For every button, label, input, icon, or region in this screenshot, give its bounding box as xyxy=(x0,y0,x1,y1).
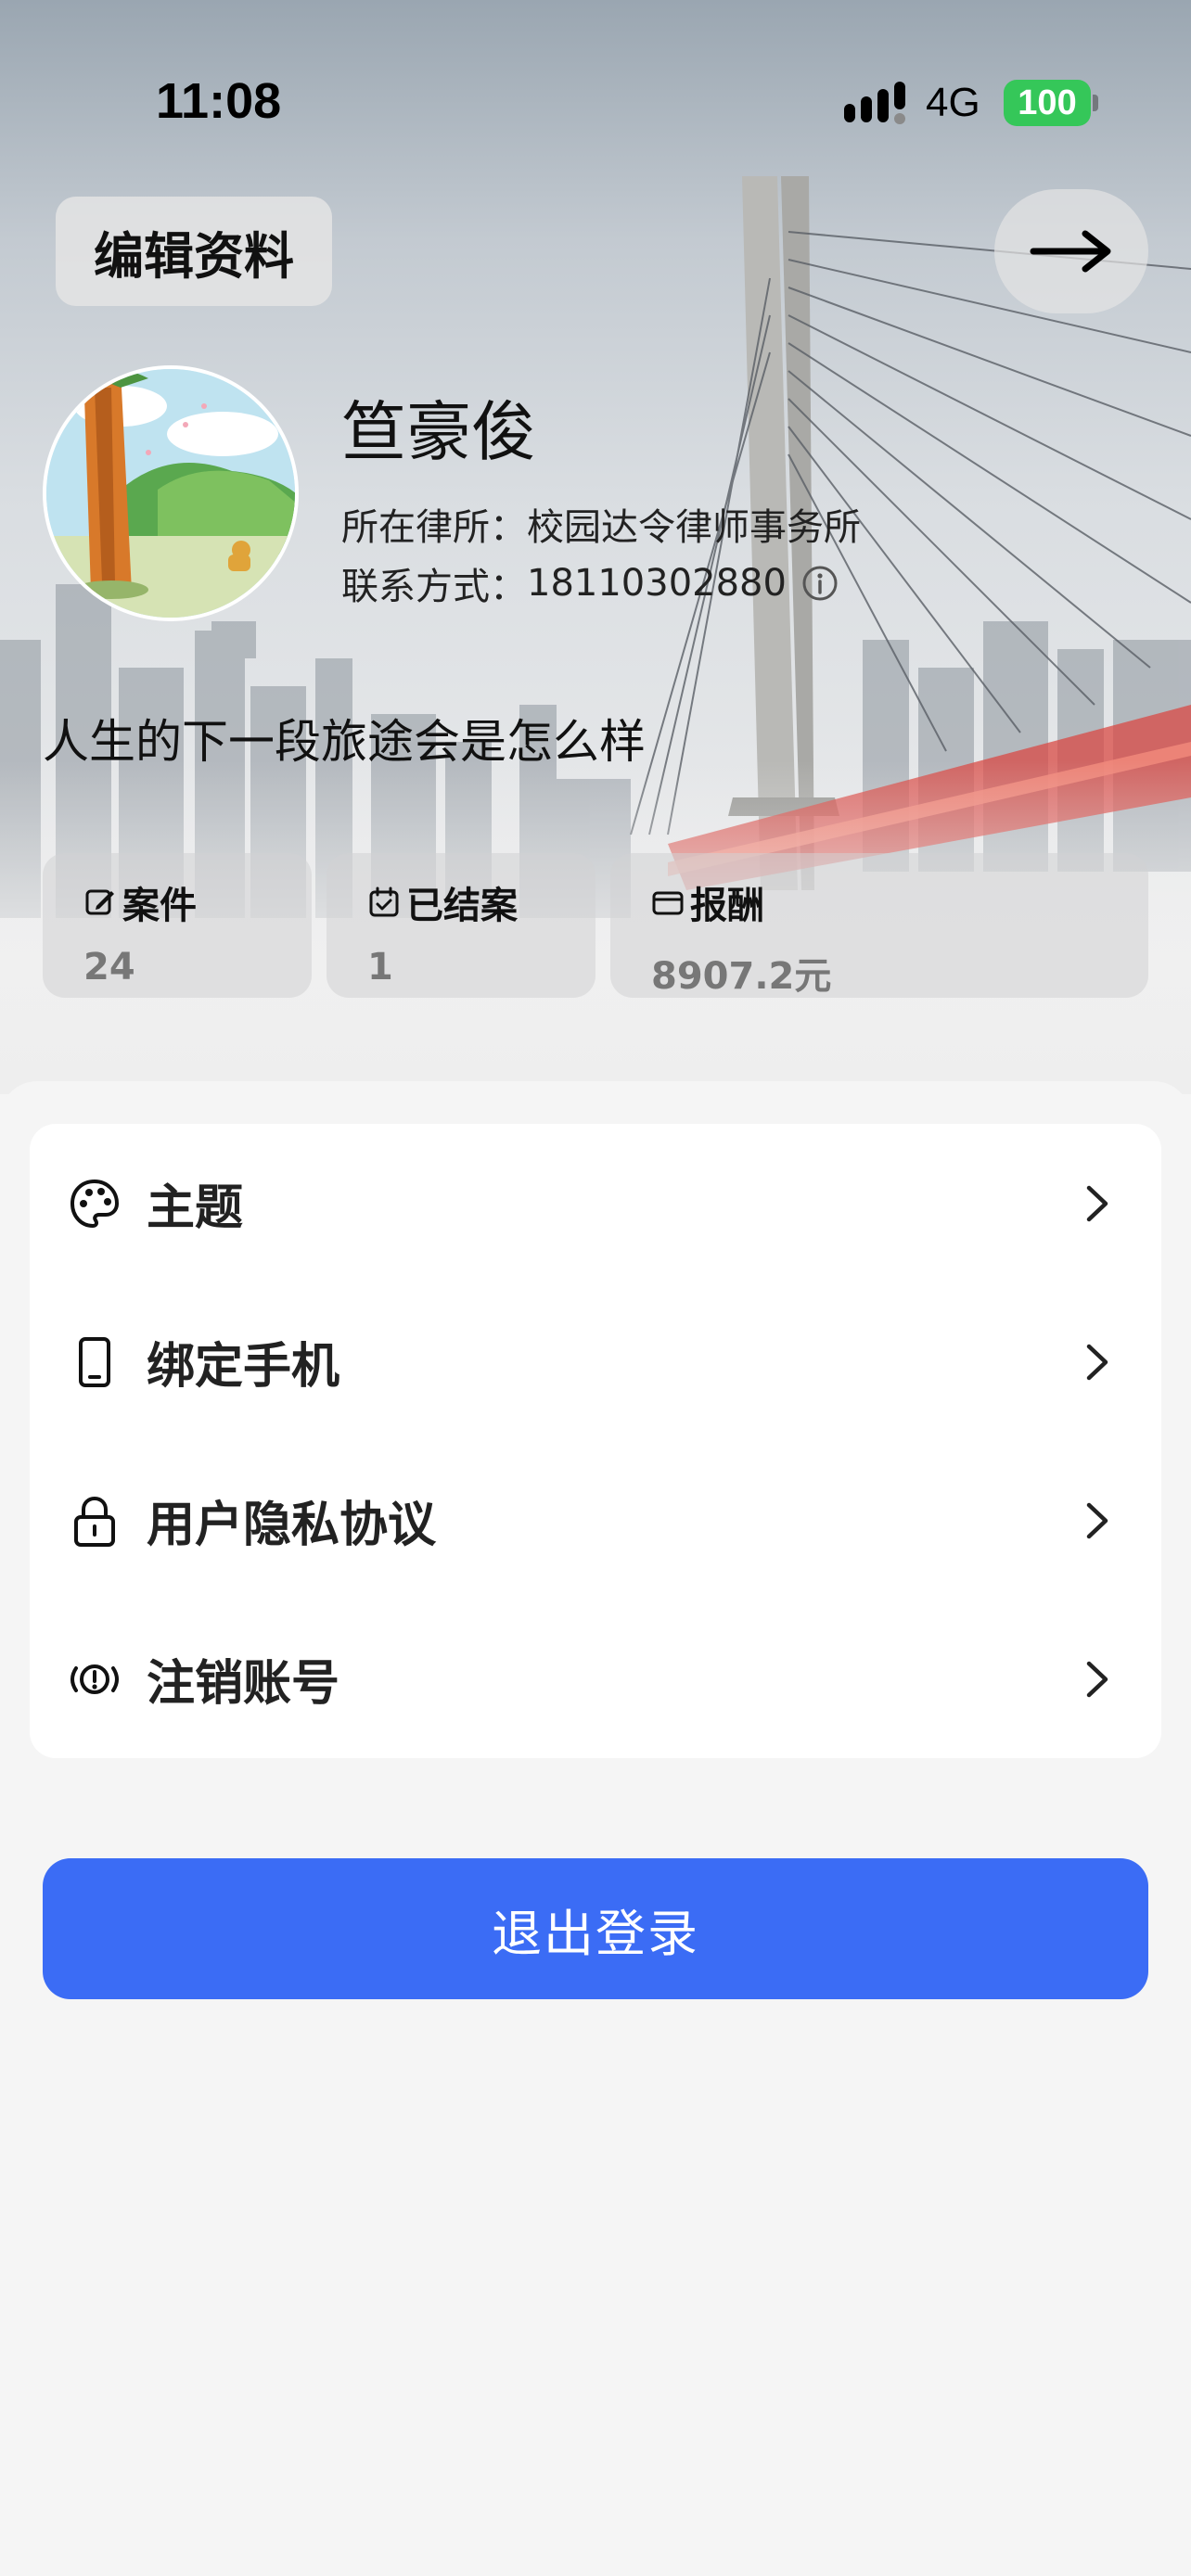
menu-item-delete-account[interactable]: 注销账号 xyxy=(30,1600,1161,1758)
stat-cases[interactable]: 案件 24 xyxy=(43,853,312,998)
firm-value: 校园达令律师事务所 xyxy=(527,506,861,549)
stat-reward-label: 报酬 xyxy=(690,885,764,927)
stat-cases-label: 案件 xyxy=(122,885,197,927)
logout-button[interactable]: 退出登录 xyxy=(43,1858,1148,1999)
firm-label: 所在律所： xyxy=(341,506,527,549)
contact-label: 联系方式： xyxy=(341,566,527,608)
menu-label-delete-account: 注销账号 xyxy=(147,1656,340,1712)
settings-menu: 主题 绑定手机 用户隐私协议 注销账号 xyxy=(30,1124,1161,1758)
chevron-right-icon xyxy=(1086,1185,1108,1221)
stat-reward[interactable]: 报酬 8907.2元 xyxy=(610,853,1148,998)
edit-profile-button[interactable]: 编辑资料 xyxy=(56,197,332,306)
edit-icon xyxy=(85,889,114,915)
firm-row: 所在律所： 校园达令律师事务所 xyxy=(341,497,861,551)
chevron-right-icon xyxy=(1086,1502,1108,1538)
stat-cases-value: 24 xyxy=(83,946,135,988)
chevron-right-icon xyxy=(1086,1344,1108,1380)
menu-label-theme: 主题 xyxy=(147,1180,244,1236)
avatar-illustration xyxy=(46,369,295,618)
warning-circle-icon xyxy=(70,1664,119,1694)
battery-cap xyxy=(1093,95,1098,111)
menu-item-bind-phone[interactable]: 绑定手机 xyxy=(30,1282,1161,1441)
user-name: 笪豪俊 xyxy=(341,394,536,470)
forward-arrow-button[interactable] xyxy=(994,189,1148,313)
chevron-right-icon xyxy=(1086,1661,1108,1697)
palette-icon xyxy=(70,1179,119,1228)
lock-icon xyxy=(74,1496,115,1547)
stat-closed[interactable]: 已结案 1 xyxy=(327,853,596,998)
battery-indicator: 100 xyxy=(1004,80,1091,126)
network-type: 4G xyxy=(926,80,980,125)
avatar[interactable] xyxy=(43,365,299,621)
stat-closed-value: 1 xyxy=(367,946,393,988)
stat-reward-value: 8907.2元 xyxy=(651,955,832,998)
menu-item-theme[interactable]: 主题 xyxy=(30,1124,1161,1282)
menu-item-privacy[interactable]: 用户隐私协议 xyxy=(30,1441,1161,1600)
info-icon[interactable] xyxy=(801,565,839,602)
contact-value: 18110302880 xyxy=(527,562,787,605)
user-bio: 人生的下一段旅途会是怎么样 xyxy=(43,715,646,769)
calendar-check-icon xyxy=(369,886,399,917)
wallet-icon xyxy=(652,891,684,915)
signal-icon xyxy=(844,82,905,124)
stat-closed-label: 已结案 xyxy=(406,885,518,927)
menu-label-privacy: 用户隐私协议 xyxy=(147,1498,437,1553)
arrow-right-icon xyxy=(1030,230,1111,273)
phone-icon xyxy=(79,1336,110,1387)
contact-row: 联系方式： 18110302880 xyxy=(341,556,839,610)
status-time: 11:08 xyxy=(156,73,282,129)
menu-label-bind-phone: 绑定手机 xyxy=(147,1339,340,1395)
